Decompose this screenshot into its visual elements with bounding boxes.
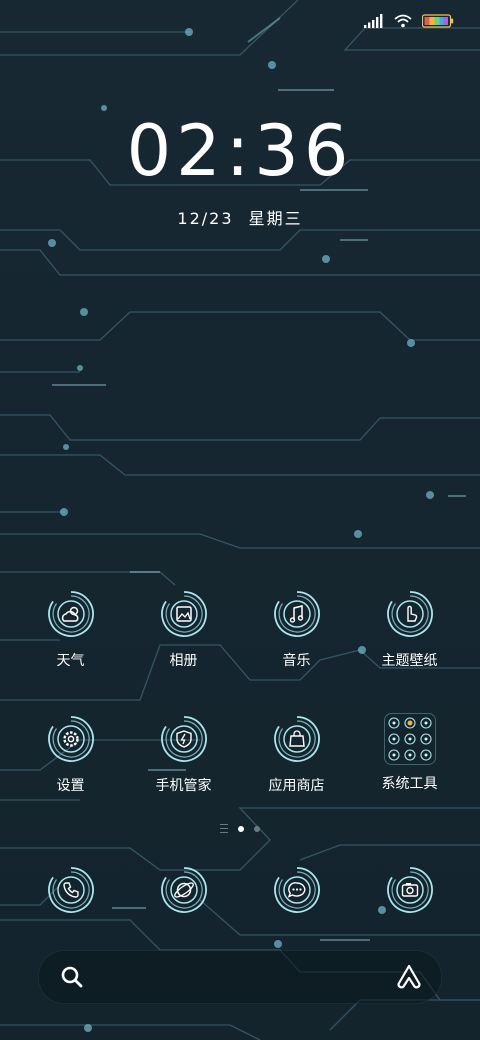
phone-icon <box>47 867 94 913</box>
weather-icon <box>47 591 94 637</box>
wifi-icon <box>394 14 412 28</box>
browser-icon <box>160 867 207 913</box>
messages-icon <box>273 867 320 913</box>
music-icon <box>273 591 320 637</box>
home-screen: 02:36 12/23 星期三 天气 相册 音乐 主题壁纸 设置 手机管家 应用… <box>0 0 480 1040</box>
app-weather[interactable]: 天气 <box>14 590 127 715</box>
system-tools-folder-icon <box>383 713 436 765</box>
search-bar[interactable] <box>38 950 442 1004</box>
dock-browser[interactable] <box>127 866 240 914</box>
app-label-weather: 天气 <box>56 653 85 669</box>
theme-icon <box>386 591 433 637</box>
battery-icon <box>422 14 454 28</box>
dock-camera[interactable] <box>353 866 466 914</box>
page-dot-1 <box>238 825 244 832</box>
app-label-gallery: 相册 <box>169 653 198 669</box>
app-store-icon <box>273 716 320 762</box>
date-day: 12/23 <box>177 209 234 228</box>
settings-icon <box>47 716 94 762</box>
camera-icon <box>386 867 433 913</box>
app-store[interactable]: 应用商店 <box>240 715 353 840</box>
dock <box>14 866 466 914</box>
app-label-system-tools: 系统工具 <box>381 776 438 792</box>
date-weekday: 星期三 <box>248 209 303 228</box>
page-indicator[interactable] <box>0 824 480 833</box>
folder-system-tools[interactable]: 系统工具 <box>353 713 466 840</box>
gallery-icon <box>160 591 207 637</box>
clock-time[interactable]: 02:36 <box>0 110 480 192</box>
app-music[interactable]: 音乐 <box>240 590 353 715</box>
dock-messages[interactable] <box>240 866 353 914</box>
app-phone-manager[interactable]: 手机管家 <box>127 715 240 840</box>
signal-icon <box>364 14 383 28</box>
search-icon[interactable] <box>59 964 85 990</box>
phone-manager-icon <box>160 716 207 762</box>
app-row-2: 设置 手机管家 应用商店 系统工具 <box>14 713 466 840</box>
page-dot-2 <box>254 825 260 832</box>
app-label-music: 音乐 <box>282 653 311 669</box>
app-gallery[interactable]: 相册 <box>127 590 240 715</box>
page-indicator-menu-icon <box>220 824 228 833</box>
dock-phone[interactable] <box>14 866 127 914</box>
app-label-settings: 设置 <box>56 778 85 794</box>
app-grid: 天气 相册 音乐 主题壁纸 设置 手机管家 应用商店 系统工具 <box>14 590 466 840</box>
assistant-icon[interactable] <box>395 963 423 991</box>
app-label-store: 应用商店 <box>268 778 325 794</box>
status-bar <box>364 10 454 32</box>
app-label-themes: 主题壁纸 <box>381 653 438 669</box>
app-label-phone-manager: 手机管家 <box>155 778 212 794</box>
app-themes[interactable]: 主题壁纸 <box>353 590 466 715</box>
date-display: 12/23 星期三 <box>0 205 480 229</box>
app-settings[interactable]: 设置 <box>14 715 127 840</box>
app-row-1: 天气 相册 音乐 主题壁纸 <box>14 590 466 715</box>
